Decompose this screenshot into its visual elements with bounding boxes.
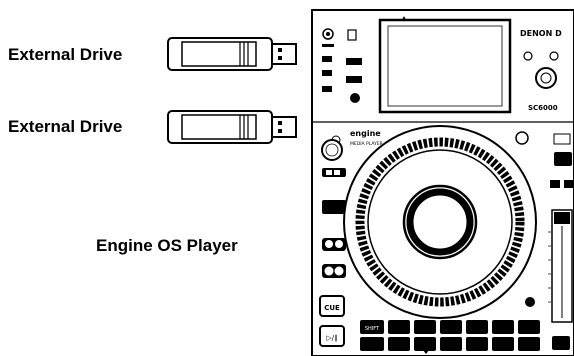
cue-button-label: CUE [324,304,340,312]
slip-button-icon [525,297,535,307]
browse-left-button-icon [523,51,533,61]
forward-button [346,76,362,83]
external-drive-label-1: External Drive [8,45,123,64]
pitch-fader-handle [554,212,570,224]
shift-label: SHIFT [365,326,380,332]
usb-drive-icon-1 [167,37,297,71]
keylock-button [553,133,571,145]
engine-sub-label: MEDIA PLAYER [350,141,383,147]
key-sync-button [554,152,572,166]
adjust-knob-icon [515,131,529,145]
pitch-range-button [550,180,560,188]
engine-logo: engine [350,129,381,138]
motor-button [552,336,570,350]
model-label: SC6000 [528,104,558,112]
layer-button [322,56,332,62]
brand-logo: DENON D [520,29,562,38]
external-drive-label-2: External Drive [8,117,123,136]
engine-os-player-label: Engine OS Player [96,236,238,255]
source-button [347,29,357,41]
vinyl-button [322,200,346,214]
back-button [346,58,362,65]
play-pause-button-label: ▷/∥ [326,334,337,342]
view-button [322,70,332,76]
browse-right-button-icon [549,51,559,61]
engine-os-player-diagram: DENON D SC6000 engine MEDIA PLAYER CUE ▷… [311,9,574,356]
pitch-reset-button [564,180,574,188]
media-eject-button [322,86,332,92]
usb-drive-icon-2 [167,110,297,144]
small-knob-icon [350,93,360,103]
